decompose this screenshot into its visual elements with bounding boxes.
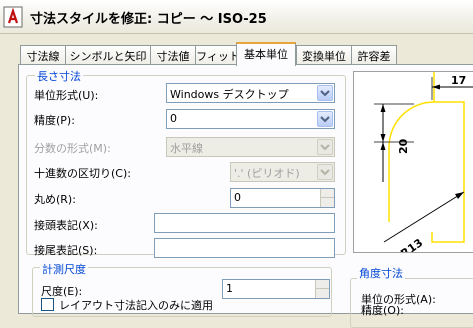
suffix-label: 接尾表記(S): [34,244,98,257]
decimal-separator-select[interactable]: '.' (ピリオド) [230,162,335,182]
fraction-format-label: 分数の形式(M): [34,142,111,155]
title-bar: 寸法スタイルを修正: コピー ～ ISO-25 [0,0,473,34]
tab-fit[interactable]: フィット [195,45,241,65]
tab-dimension-lines[interactable]: 寸法線 [20,45,66,65]
round-off-label: 丸め(R): [34,193,76,206]
scale-factor-value: 1 [226,282,233,295]
prefix-input[interactable] [154,213,335,233]
preview-dim-radius: R13 [398,236,425,253]
prefix-label: 接頭表記(X): [34,219,98,232]
spinner-arrows-icon[interactable] [315,280,329,298]
fraction-format-value: 水平線 [170,142,203,155]
suffix-input[interactable] [154,238,335,258]
precision-label: 精度(P): [34,114,75,127]
unit-format-select[interactable]: Windows デスクトップ [166,83,335,103]
chevron-down-icon[interactable] [317,111,333,127]
preview-dim-vertical: 20 [397,138,410,154]
chevron-down-icon[interactable] [317,85,333,101]
chevron-down-icon[interactable] [317,139,333,155]
dimension-preview: 17 20 R13 [353,71,473,253]
layout-only-label: レイアウト寸法記入のみに適用 [59,299,213,312]
scale-factor-spinner[interactable]: 1 [222,279,330,299]
angular-dimensions-title: 角度寸法 [357,265,405,281]
measurement-scale-title: 計測尺度 [40,261,88,277]
window-title: 寸法スタイルを修正: コピー ～ ISO-25 [30,12,267,27]
spinner-arrows-icon[interactable] [320,189,334,207]
tab-tolerances[interactable]: 許容差 [351,45,397,65]
decimal-separator-value: '.' (ピリオド) [234,167,300,180]
chevron-down-icon[interactable] [317,164,333,180]
tab-primary-units[interactable]: 基本単位 [236,42,296,66]
autocad-app-icon [3,6,23,28]
precision-value: 0 [170,112,177,125]
angular-precision-label: 精度(O): [361,304,404,317]
tab-text[interactable]: 寸法値 [150,45,196,65]
tab-alternate-units[interactable]: 変換単位 [296,45,352,65]
precision-select[interactable]: 0 [166,109,335,129]
decimal-separator-label: 十進数の区切り(C): [34,167,131,180]
unit-format-label: 単位形式(U): [34,89,99,102]
round-off-value: 0 [234,191,241,204]
preview-dim-horizontal: 17 [451,74,466,87]
unit-format-value: Windows デスクトップ [170,88,289,101]
fraction-format-select[interactable]: 水平線 [166,137,335,157]
round-off-spinner[interactable]: 0 [230,188,335,208]
linear-dimensions-title: 長さ寸法 [35,68,83,84]
tab-symbols-and-arrows[interactable]: シンボルと矢印 [65,45,151,65]
preview-drawing: 17 20 R13 [374,72,473,253]
layout-only-checkbox[interactable] [41,298,54,311]
